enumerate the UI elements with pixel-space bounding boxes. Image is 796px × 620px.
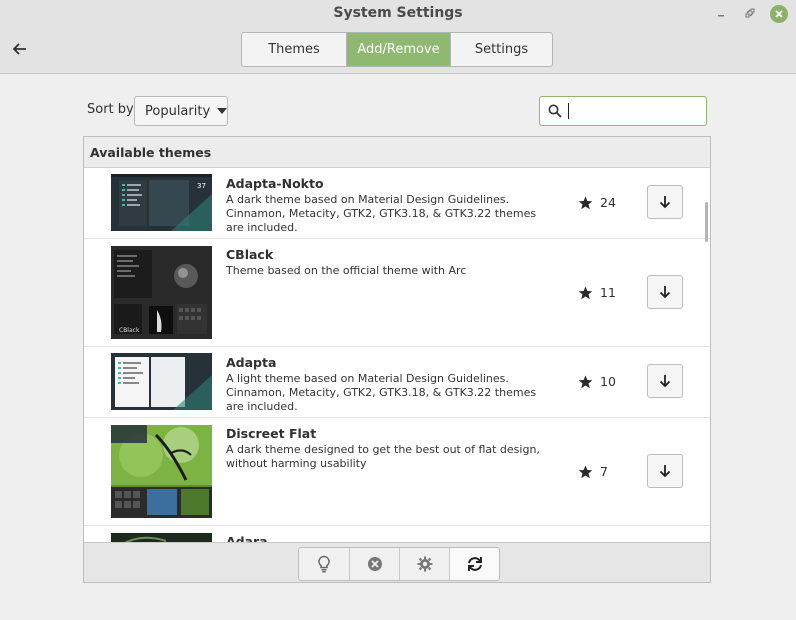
theme-thumbnail: 37 — [111, 174, 212, 231]
themes-panel: Available themes 37 Adapta-Nokto A dark … — [83, 136, 711, 583]
download-arrow-icon — [659, 196, 671, 209]
theme-thumbnail — [111, 425, 212, 518]
list-item[interactable]: Discreet Flat A dark theme designed to g… — [84, 418, 710, 526]
theme-name: CBlack — [226, 247, 274, 262]
tab-add-remove[interactable]: Add/Remove — [346, 33, 450, 66]
sort-value: Popularity — [145, 103, 211, 119]
remove-icon — [367, 557, 382, 571]
search-box[interactable] — [539, 96, 707, 126]
maximize-icon — [745, 8, 755, 18]
search-icon — [548, 104, 562, 118]
theme-score: 7 — [578, 464, 608, 479]
close-button[interactable] — [770, 5, 788, 23]
lightbulb-icon — [318, 555, 330, 573]
minimize-icon — [718, 15, 724, 17]
theme-thumbnail: CBlack — [111, 246, 212, 339]
theme-name: Discreet Flat — [226, 426, 317, 441]
score-value: 24 — [600, 195, 616, 210]
theme-score: 11 — [578, 285, 616, 300]
score-value: 7 — [600, 464, 608, 479]
theme-score: 10 — [578, 374, 616, 389]
window-title: System Settings — [333, 5, 463, 21]
info-button[interactable] — [299, 548, 349, 580]
theme-score: 24 — [578, 195, 616, 210]
theme-description: Theme based on the official theme with A… — [226, 264, 467, 277]
download-arrow-icon — [659, 465, 671, 478]
svg-text:37: 37 — [197, 182, 206, 190]
install-button[interactable] — [647, 185, 683, 219]
theme-name: Adapta-Nokto — [226, 176, 324, 191]
minimize-button[interactable] — [712, 4, 730, 22]
chevron-down-icon — [217, 108, 228, 114]
view-switcher: Themes Add/Remove Settings — [241, 32, 553, 67]
sort-dropdown[interactable]: Popularity — [134, 96, 228, 126]
star-icon — [578, 465, 593, 478]
theme-description: A dark theme designed to get the best ou… — [226, 443, 540, 470]
configure-button[interactable] — [399, 548, 449, 580]
uninstall-button[interactable] — [349, 548, 399, 580]
theme-thumbnail — [111, 353, 212, 410]
install-button[interactable] — [647, 275, 683, 309]
theme-list: 37 Adapta-Nokto A dark theme based on Ma… — [84, 168, 710, 542]
svg-text:CBlack: CBlack — [119, 327, 140, 334]
star-icon — [578, 196, 593, 209]
star-icon — [578, 375, 593, 388]
score-value: 10 — [600, 374, 616, 389]
panel-heading: Available themes — [84, 137, 710, 168]
install-button[interactable] — [647, 364, 683, 398]
search-input[interactable] — [575, 103, 705, 119]
header-bar: System Settings Themes Add/Remove Settin… — [0, 0, 796, 74]
maximize-button[interactable] — [741, 4, 759, 22]
refresh-icon — [467, 557, 482, 571]
theme-name: Adapta — [226, 355, 277, 370]
bottom-toolbar — [84, 542, 710, 582]
list-item[interactable]: 37 Adapta-Nokto A dark theme based on Ma… — [84, 168, 710, 239]
list-item[interactable]: Adapta A light theme based on Material D… — [84, 347, 710, 418]
theme-thumbnail — [111, 533, 212, 542]
score-value: 11 — [600, 285, 616, 300]
theme-name: Adara — [226, 534, 268, 542]
list-item[interactable]: CBlack CBlack Theme based on the officia… — [84, 239, 710, 347]
install-button[interactable] — [647, 454, 683, 488]
star-icon — [578, 286, 593, 299]
list-item[interactable]: Adara — [84, 526, 710, 542]
toolbar-button-group — [298, 547, 500, 581]
theme-description: A dark theme based on Material Design Gu… — [226, 193, 537, 234]
scrollbar[interactable] — [705, 202, 708, 242]
sort-label: Sort by — [87, 102, 134, 117]
theme-description: A light theme based on Material Design G… — [226, 372, 537, 413]
text-cursor — [568, 103, 569, 119]
back-arrow-icon — [12, 43, 26, 55]
gear-icon — [417, 556, 432, 572]
close-icon — [775, 10, 783, 18]
back-button[interactable] — [8, 38, 32, 60]
download-arrow-icon — [659, 375, 671, 388]
download-arrow-icon — [659, 286, 671, 299]
tab-settings[interactable]: Settings — [450, 33, 552, 66]
tab-themes[interactable]: Themes — [242, 33, 346, 66]
refresh-button[interactable] — [449, 548, 499, 580]
